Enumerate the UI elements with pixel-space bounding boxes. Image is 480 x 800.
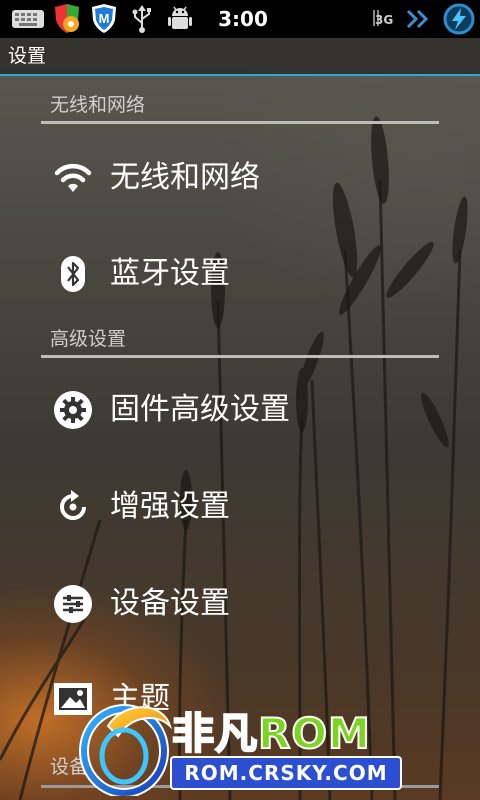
- network-type-label: 3G: [375, 13, 394, 27]
- bluetooth-icon: [50, 251, 96, 297]
- list-item-wireless-network[interactable]: 无线和网络: [0, 131, 480, 225]
- list-item-label: 增强设置: [110, 489, 230, 524]
- device-sliders-icon: [50, 581, 96, 627]
- watermark-url: ROM.CRSKY.COM: [170, 756, 402, 790]
- usb-icon: [128, 4, 156, 34]
- title-bar: 设置: [0, 38, 480, 76]
- list-item-bluetooth[interactable]: 蓝牙设置: [0, 227, 480, 321]
- list-item-device-settings[interactable]: 设备设置: [0, 557, 480, 651]
- section-divider: [41, 121, 439, 124]
- list-item-label: 蓝牙设置: [110, 256, 230, 291]
- watermark-ring-icon: [79, 704, 172, 796]
- section-header-advanced: 高级设置: [41, 324, 439, 358]
- data-arrows-icon: [404, 4, 432, 34]
- list-item-label: 设备设置: [110, 586, 230, 621]
- firmware-gear-icon: [50, 387, 96, 433]
- section-header-label: 高级设置: [50, 328, 127, 350]
- section-divider: [41, 355, 439, 358]
- status-clock: 3:00: [218, 7, 268, 31]
- android-debug-icon: [166, 4, 194, 34]
- security-shield-icon: [50, 4, 84, 34]
- svg-text:M: M: [99, 11, 110, 26]
- enhance-refresh-icon: [50, 484, 96, 530]
- list-item-enhance-settings[interactable]: 增强设置: [0, 460, 480, 554]
- watermark-logo: 非凡ROM ROM.CRSKY.COM: [78, 690, 408, 800]
- status-bar: M 3:00 3G: [0, 0, 480, 38]
- list-item-firmware-advanced[interactable]: 固件高级设置: [0, 363, 480, 457]
- section-header-label: 无线和网络: [50, 94, 146, 116]
- watermark-brand-cn: 非凡: [171, 708, 259, 759]
- watermark-brand-en: ROM: [257, 708, 371, 759]
- battery-charging-icon: [442, 3, 476, 35]
- wifi-icon: [50, 155, 96, 201]
- section-header-wireless: 无线和网络: [41, 90, 439, 124]
- signal-3g-icon: 3G: [370, 4, 396, 34]
- mcafee-icon: M: [88, 4, 120, 34]
- list-item-label: 无线和网络: [110, 160, 260, 195]
- list-item-label: 固件高级设置: [110, 392, 290, 427]
- keyboard-icon: [10, 4, 46, 34]
- page-title: 设置: [8, 45, 47, 67]
- watermark-brand: 非凡ROM: [171, 700, 371, 761]
